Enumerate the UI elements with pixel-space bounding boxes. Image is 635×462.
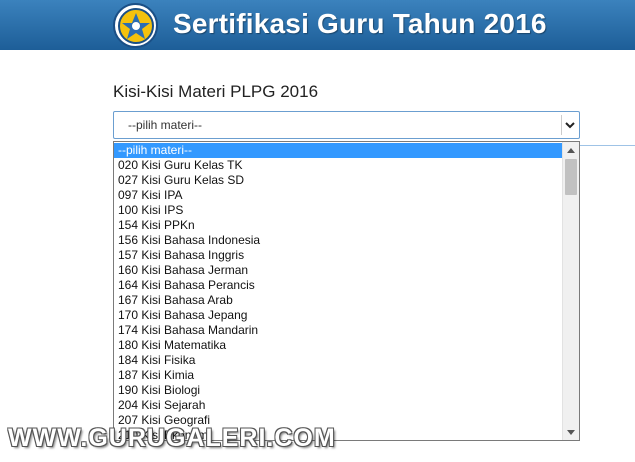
- dropdown-option[interactable]: 174 Kisi Bahasa Mandarin: [114, 323, 562, 338]
- chevron-down-icon[interactable]: [561, 115, 577, 135]
- page-header-title: Sertifikasi Guru Tahun 2016: [173, 8, 547, 39]
- dropdown-option[interactable]: 097 Kisi IPA: [114, 188, 562, 203]
- materi-select[interactable]: --pilih materi--: [113, 111, 580, 139]
- page-title: Kisi-Kisi Materi PLPG 2016: [113, 82, 319, 101]
- divider: [580, 145, 635, 146]
- dropdown-option[interactable]: 190 Kisi Biologi: [114, 383, 562, 398]
- dropdown-option[interactable]: 187 Kisi Kimia: [114, 368, 562, 383]
- dropdown-option[interactable]: 156 Kisi Bahasa Indonesia: [114, 233, 562, 248]
- option-list: --pilih materi-- 020 Kisi Guru Kelas TK 02…: [114, 143, 562, 440]
- scrollbar-thumb[interactable]: [565, 159, 577, 195]
- scroll-up-icon[interactable]: [563, 142, 579, 158]
- scrollbar[interactable]: [562, 142, 579, 440]
- dropdown-option[interactable]: 180 Kisi Matematika: [114, 338, 562, 353]
- dropdown-option[interactable]: 160 Kisi Bahasa Jerman: [114, 263, 562, 278]
- dropdown-option[interactable]: 154 Kisi PPKn: [114, 218, 562, 233]
- dropdown-option[interactable]: --pilih materi--: [114, 143, 562, 158]
- header-bar: Sertifikasi Guru Tahun 2016: [0, 0, 635, 50]
- watermark: WWW.GURUGALERI.COM: [8, 424, 336, 452]
- scroll-down-icon[interactable]: [563, 424, 579, 440]
- dropdown-option[interactable]: 100 Kisi IPS: [114, 203, 562, 218]
- dropdown-option[interactable]: 027 Kisi Guru Kelas SD: [114, 173, 562, 188]
- dropdown-option[interactable]: 204 Kisi Sejarah: [114, 398, 562, 413]
- dropdown-option[interactable]: 184 Kisi Fisika: [114, 353, 562, 368]
- materi-dropdown-list[interactable]: --pilih materi-- 020 Kisi Guru Kelas TK 02…: [113, 141, 580, 441]
- dropdown-option[interactable]: 167 Kisi Bahasa Arab: [114, 293, 562, 308]
- dropdown-option[interactable]: 020 Kisi Guru Kelas TK: [114, 158, 562, 173]
- dropdown-option[interactable]: 157 Kisi Bahasa Inggris: [114, 248, 562, 263]
- dropdown-option[interactable]: 164 Kisi Bahasa Perancis: [114, 278, 562, 293]
- tut-wuri-handayani-logo-icon: [113, 3, 158, 48]
- dropdown-option[interactable]: 170 Kisi Bahasa Jepang: [114, 308, 562, 323]
- select-current-value: --pilih materi--: [128, 118, 203, 132]
